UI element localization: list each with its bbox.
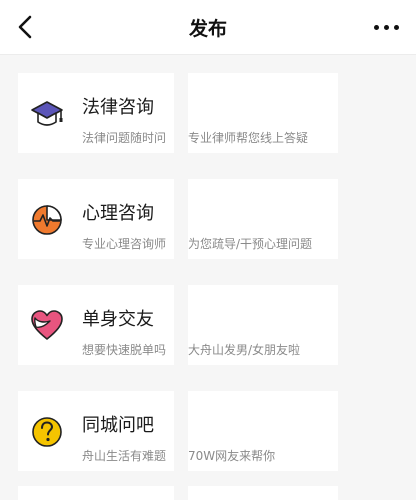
- service-list: 法律咨询 法律问题随时问 专业律师帮您线上答疑 心理咨询 专业心理咨询师 为您疏…: [0, 55, 416, 479]
- list-item-psychology[interactable]: 心理咨询 专业心理咨询师 为您疏导/干预心理问题: [0, 161, 416, 267]
- legal-card[interactable]: 法律咨询 法律问题随时问: [18, 73, 174, 153]
- item-description: 大舟山发男/女朋友啦: [188, 343, 301, 357]
- dating-desc-card[interactable]: 大舟山发男/女朋友啦: [188, 285, 338, 365]
- more-dots-icon: [374, 25, 379, 30]
- item-subtitle: 想要快速脱单吗: [82, 343, 167, 357]
- local-qa-desc-card[interactable]: 70W网友来帮你: [188, 391, 338, 471]
- question-circle-icon: [32, 417, 62, 447]
- item-subtitle: 法律问题随时问: [82, 131, 167, 145]
- list-item-legal[interactable]: 法律咨询 法律问题随时问 专业律师帮您线上答疑: [0, 55, 416, 161]
- next-card-peek-right: [188, 486, 338, 500]
- graduation-cap-icon: [31, 101, 63, 126]
- item-description: 70W网友来帮你: [188, 449, 276, 463]
- item-title: 单身交友: [82, 309, 154, 330]
- local-qa-card[interactable]: 同城问吧 舟山生活有难题: [18, 391, 174, 471]
- list-item-dating[interactable]: 单身交友 想要快速脱单吗 大舟山发男/女朋友啦: [0, 267, 416, 373]
- page-title: 发布: [188, 18, 227, 40]
- more-options-button[interactable]: [372, 14, 402, 40]
- item-description: 为您疏导/干预心理问题: [188, 237, 313, 251]
- psychology-card[interactable]: 心理咨询 专业心理咨询师: [18, 179, 174, 259]
- top-nav-bar: 发布: [0, 0, 416, 55]
- dating-card[interactable]: 单身交友 想要快速脱单吗: [18, 285, 174, 365]
- heart-icon: [31, 310, 63, 340]
- psychology-desc-card[interactable]: 为您疏导/干预心理问题: [188, 179, 338, 259]
- item-title: 法律咨询: [82, 97, 154, 118]
- legal-desc-card[interactable]: 专业律师帮您线上答疑: [188, 73, 338, 153]
- item-subtitle: 专业心理咨询师: [82, 237, 167, 251]
- item-title: 同城问吧: [82, 415, 154, 436]
- pulse-chart-icon: [32, 205, 62, 235]
- next-card-peek: [18, 486, 174, 500]
- item-subtitle: 舟山生活有难题: [82, 449, 167, 463]
- item-description: 专业律师帮您线上答疑: [188, 131, 309, 145]
- item-title: 心理咨询: [82, 203, 154, 224]
- list-item-local-qa[interactable]: 同城问吧 舟山生活有难题 70W网友来帮你: [0, 373, 416, 479]
